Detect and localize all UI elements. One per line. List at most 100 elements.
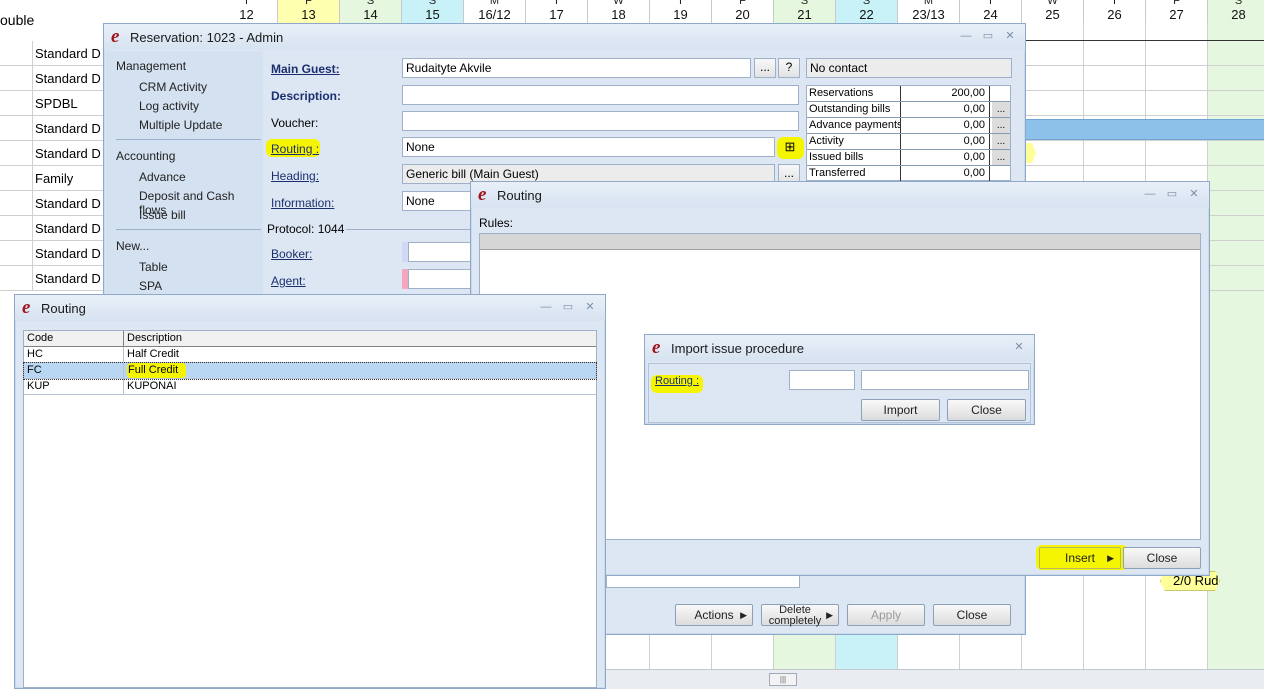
routing-table: Code Description HC Half Credit FC Full Cre… <box>23 330 597 688</box>
menu-header-new: New... <box>116 239 150 253</box>
close-icon[interactable]: ✕ <box>1003 29 1017 43</box>
maximize-icon[interactable]: ▭ <box>1165 187 1179 201</box>
day-number-label: 21 <box>797 7 812 22</box>
agent-field[interactable] <box>408 269 478 289</box>
import-procedure-titlebar: e Import issue procedure ✕ <box>645 335 1034 361</box>
summary-more-button[interactable]: ... <box>992 134 1010 149</box>
heading-label[interactable]: Heading: <box>271 169 319 183</box>
column-divider <box>123 363 124 378</box>
minimize-icon[interactable]: — <box>959 29 973 43</box>
minimize-icon[interactable]: — <box>539 300 553 314</box>
import-routing-description-field[interactable] <box>861 370 1029 390</box>
booking-bar[interactable] <box>1010 119 1264 140</box>
routing-tree-button[interactable]: ⊞ <box>779 138 801 158</box>
calendar-day-header[interactable]: M 16/12 <box>464 0 526 22</box>
close-icon[interactable]: ✕ <box>1012 340 1026 354</box>
calendar-day-header[interactable]: T 24 <box>960 0 1022 22</box>
summary-row: Issued bills 0,00... <box>807 150 1010 166</box>
delete-button-label: Delete completely <box>768 604 822 627</box>
routing-rules-close-button[interactable]: Close <box>1123 547 1201 569</box>
rules-label: Rules: <box>479 216 514 230</box>
main-guest-more-button[interactable]: ... <box>754 58 776 78</box>
menu-item-issue-bill[interactable]: Issue bill <box>139 208 186 222</box>
menu-item-log-activity[interactable]: Log activity <box>139 99 199 113</box>
horizontal-scrollbar[interactable]: ||| <box>606 669 1264 689</box>
routing-table-row[interactable]: KUP KUPONAI <box>24 379 596 395</box>
close-icon[interactable]: ✕ <box>583 300 597 314</box>
routing-table-row[interactable]: FC Full Credit <box>23 362 597 380</box>
import-button[interactable]: Import <box>861 399 940 421</box>
insert-button-label: Insert <box>1064 551 1095 565</box>
column-divider <box>123 347 124 362</box>
summary-value: 0,00 <box>902 150 990 165</box>
weekday-label: M <box>923 0 934 7</box>
main-guest-label[interactable]: Main Guest: <box>271 62 340 76</box>
information-label[interactable]: Information: <box>271 196 334 210</box>
minimize-icon[interactable]: — <box>1143 187 1157 201</box>
delete-completely-button[interactable]: Delete completely ▶ <box>761 604 839 627</box>
calendar-day-header[interactable]: T 26 <box>1084 0 1146 22</box>
maximize-icon[interactable]: ▭ <box>981 29 995 43</box>
calendar-day-header[interactable]: S 21 <box>774 0 836 22</box>
menu-separator <box>116 229 261 230</box>
summary-more-button[interactable]: ... <box>992 150 1010 165</box>
calendar-day-header[interactable]: T 19 <box>650 0 712 22</box>
calendar-day-header[interactable]: T 17 <box>526 0 588 22</box>
calendar-day-header[interactable]: T 12 <box>216 0 278 22</box>
reservation-close-button[interactable]: Close <box>933 604 1011 626</box>
menu-item-table[interactable]: Table <box>139 260 168 274</box>
contact-field: No contact <box>806 58 1012 78</box>
scrollbar-thumb[interactable]: ||| <box>769 673 797 686</box>
agent-label[interactable]: Agent: <box>271 274 306 288</box>
day-number-label: 19 <box>673 7 688 22</box>
calendar-day-header[interactable]: W 25 <box>1022 0 1084 22</box>
menu-item-crm-activity[interactable]: CRM Activity <box>139 80 207 94</box>
calendar-day-header[interactable]: F 27 <box>1146 0 1208 22</box>
calendar-day-header[interactable]: S 14 <box>340 0 402 22</box>
import-routing-code-field[interactable] <box>789 370 855 390</box>
routing-field[interactable]: None <box>402 137 775 157</box>
weekday-label: M <box>489 0 500 7</box>
summary-row: Advance payments 0,00... <box>807 118 1010 134</box>
calendar-day-header[interactable]: W 18 <box>588 0 650 22</box>
import-routing-label[interactable]: Routing : <box>655 375 699 387</box>
calendar-day-header[interactable]: S 15 <box>402 0 464 22</box>
routing-table-header: Code Description <box>24 331 596 347</box>
summary-value: 0,00 <box>902 134 990 149</box>
insert-button[interactable]: Insert ▶ <box>1039 547 1121 569</box>
app-logo-icon: e <box>478 184 487 205</box>
import-close-button[interactable]: Close <box>947 399 1026 421</box>
booker-label[interactable]: Booker: <box>271 247 312 261</box>
day-number-label: 23/13 <box>912 7 945 22</box>
actions-button[interactable]: Actions ▶ <box>675 604 753 626</box>
booker-field[interactable] <box>408 242 478 262</box>
menu-item-multiple-update[interactable]: Multiple Update <box>139 118 222 132</box>
notes-field[interactable] <box>606 574 800 588</box>
weekday-label: T <box>1111 0 1118 7</box>
close-icon[interactable]: ✕ <box>1187 187 1201 201</box>
calendar-day-header[interactable]: S 28 <box>1208 0 1264 22</box>
column-header-description[interactable]: Description <box>127 331 182 346</box>
description-field[interactable] <box>402 85 799 105</box>
summary-more-button[interactable]: ... <box>992 118 1010 133</box>
weekday-label: T <box>243 0 250 7</box>
rules-list-header <box>480 234 1200 250</box>
main-guest-field[interactable]: Rudaityte Akvile <box>402 58 751 78</box>
routing-label[interactable]: Routing : <box>271 142 319 156</box>
maximize-icon[interactable]: ▭ <box>561 300 575 314</box>
voucher-field[interactable] <box>402 111 799 131</box>
menu-item-advance[interactable]: Advance <box>139 170 186 184</box>
calendar-day-header[interactable]: F 20 <box>712 0 774 22</box>
summary-more-button[interactable]: ... <box>992 102 1010 117</box>
day-number-label: 14 <box>363 7 378 22</box>
help-button[interactable]: ? <box>778 58 800 78</box>
routing-rules-titlebar: e Routing — ▭ ✕ <box>471 182 1209 208</box>
routing-table-row[interactable]: HC Half Credit <box>24 347 596 363</box>
apply-button[interactable]: Apply <box>847 604 925 626</box>
column-divider <box>123 379 124 394</box>
calendar-day-header[interactable]: S 22 <box>836 0 898 22</box>
column-header-code[interactable]: Code <box>27 331 53 346</box>
menu-item-spa[interactable]: SPA <box>139 279 162 293</box>
calendar-day-header[interactable]: M 23/13 <box>898 0 960 22</box>
calendar-day-header[interactable]: F 13 <box>278 0 340 22</box>
